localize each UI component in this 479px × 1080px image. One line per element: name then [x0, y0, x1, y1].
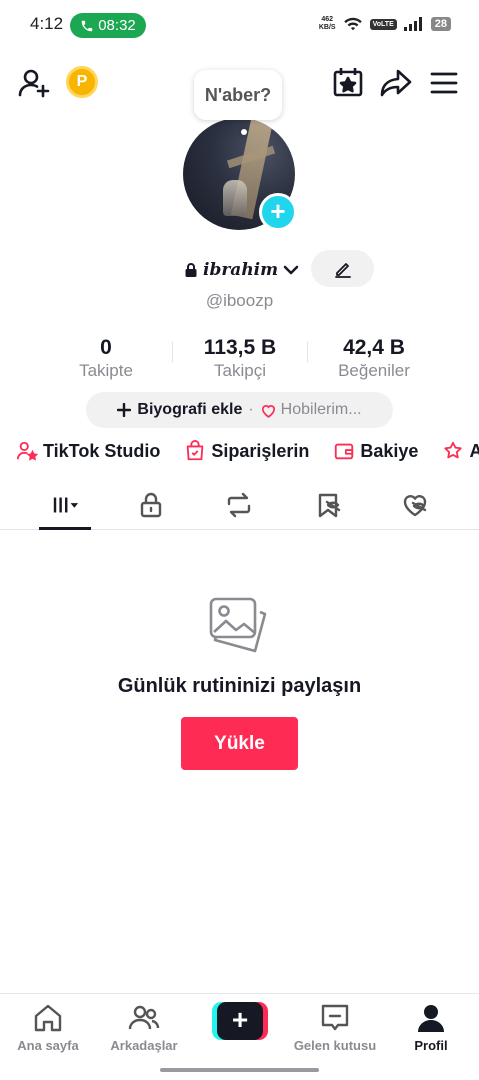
- following-stat[interactable]: 0 Takipte: [41, 336, 171, 381]
- coin-rewards-button[interactable]: P: [66, 66, 98, 98]
- likes-stat[interactable]: 42,4 B Beğeniler: [309, 336, 439, 381]
- network-speed: 462 KB/S: [319, 16, 336, 32]
- upload-button[interactable]: Yükle: [181, 717, 298, 770]
- tab-private[interactable]: [125, 488, 177, 522]
- bio-pill: Biyografi ekle · Hobilerim...: [86, 392, 393, 428]
- empty-state-title: Günlük rutininizi paylaşın: [117, 675, 362, 697]
- add-person-icon: [18, 69, 50, 98]
- creator-calendar-button[interactable]: [332, 66, 364, 98]
- video-grid-icon: [53, 497, 79, 513]
- nav-friends[interactable]: Arkadaşlar: [96, 1002, 192, 1053]
- repost-icon: [227, 492, 251, 518]
- home-icon: [34, 1004, 62, 1032]
- inbox-icon: [321, 1004, 349, 1031]
- account-switcher[interactable]: ibrahim: [183, 257, 300, 283]
- nav-profile[interactable]: Profil: [383, 1002, 479, 1053]
- tab-favorites[interactable]: [302, 488, 354, 522]
- stat-divider: [172, 342, 173, 362]
- bio-separator: ·: [248, 401, 254, 418]
- heart-hidden-icon: [403, 495, 427, 517]
- chevron-down-icon: [283, 265, 299, 275]
- shortcut-label: Siparişlerin: [211, 440, 310, 461]
- friends-icon: [128, 1005, 160, 1030]
- heart-icon: [261, 404, 275, 418]
- stat-divider: [307, 342, 308, 362]
- status-note-bubble[interactable]: N'aber?: [194, 70, 282, 120]
- plus-icon: [117, 403, 132, 417]
- add-story-button[interactable]: +: [259, 193, 297, 231]
- following-count: 0: [100, 336, 112, 359]
- pencil-icon: [334, 262, 351, 278]
- lock-icon: [140, 492, 162, 518]
- plus-icon: +: [217, 1002, 263, 1040]
- status-time: 4:12: [30, 14, 64, 33]
- shortcut-orders[interactable]: Siparişlerin: [184, 440, 309, 462]
- nav-label: Profil: [414, 1038, 448, 1053]
- shortcut-label: A: [469, 440, 479, 461]
- tab-liked[interactable]: [389, 488, 441, 522]
- hobbies-button[interactable]: Hobilerim...: [260, 401, 362, 419]
- wifi-icon: [343, 17, 362, 31]
- add-bio-label: Biyografi ekle: [137, 401, 243, 418]
- wallet-icon: [335, 443, 354, 460]
- shopping-bag-icon: [187, 440, 204, 461]
- hamburger-menu-icon: [430, 72, 458, 94]
- coin-icon: P: [76, 73, 88, 90]
- following-label: Takipte: [79, 361, 133, 380]
- bubble-tail: [241, 129, 247, 135]
- user-handle: @iboozp: [205, 291, 274, 310]
- tab-videos[interactable]: [39, 488, 91, 522]
- username: ibrahim: [203, 260, 279, 280]
- battery-indicator: 28: [430, 17, 451, 31]
- volte-badge: VoLTE: [369, 18, 397, 30]
- nav-label: Arkadaşlar: [110, 1038, 178, 1053]
- shortcut-label: TikTok Studio: [43, 440, 161, 461]
- plus-icon: +: [270, 196, 286, 226]
- followers-count: 113,5 B: [203, 336, 277, 359]
- nav-home[interactable]: Ana sayfa: [0, 1002, 96, 1053]
- nav-label: Ana sayfa: [17, 1038, 79, 1053]
- network-speed-unit: KB/S: [318, 24, 336, 31]
- gift-star-icon: [444, 441, 463, 459]
- status-bar: 4:12 08:32 462 KB/S VoLTE 28: [0, 0, 479, 50]
- bottom-navigation: Ana sayfa Arkadaşlar + Gelen kutusu Prof…: [0, 993, 479, 1080]
- person-star-icon: [16, 441, 38, 461]
- shortcut-more[interactable]: A: [442, 440, 479, 462]
- share-arrow-icon: [380, 69, 412, 97]
- shortcut-label: Bakiye: [360, 440, 419, 461]
- private-lock-icon: [185, 263, 197, 277]
- content-tabs: [0, 480, 479, 530]
- ongoing-call-chip[interactable]: 08:32: [70, 13, 146, 38]
- active-tab-indicator: [39, 527, 91, 530]
- profile-stats: 0 Takipte 113,5 B Takipçi 42,4 B Beğenil…: [0, 336, 479, 386]
- nav-inbox[interactable]: Gelen kutusu: [287, 1002, 383, 1053]
- menu-button[interactable]: [429, 68, 459, 98]
- shortcut-bar: TikTok Studio Siparişlerin Bakiye A: [16, 437, 479, 465]
- status-note-text: N'aber?: [204, 84, 272, 105]
- followers-stat[interactable]: 113,5 B Takipçi: [175, 336, 305, 381]
- followers-label: Takipçi: [214, 361, 266, 380]
- create-button[interactable]: +: [212, 1002, 268, 1040]
- likes-count: 42,4 B: [343, 336, 405, 359]
- network-speed-value: 462: [321, 16, 334, 23]
- call-duration: 08:32: [98, 17, 136, 34]
- shortcut-tiktok-studio[interactable]: TikTok Studio: [16, 440, 160, 462]
- photo-stack-icon: [209, 597, 267, 653]
- tab-reposts[interactable]: [213, 488, 265, 522]
- phone-icon: [81, 20, 93, 31]
- bookmark-hidden-icon: [318, 493, 341, 518]
- avatar-photo-detail: [223, 180, 247, 216]
- nav-label: Gelen kutusu: [293, 1038, 377, 1053]
- add-friend-button[interactable]: [18, 67, 50, 99]
- home-indicator: [160, 1068, 319, 1072]
- share-profile-button[interactable]: [380, 67, 412, 99]
- signal-icon: [403, 17, 422, 31]
- add-bio-button[interactable]: Biyografi ekle: [117, 401, 242, 419]
- profile-icon: [418, 1005, 444, 1032]
- hobbies-label: Hobilerim...: [280, 401, 362, 418]
- edit-profile-button[interactable]: [311, 250, 374, 287]
- shortcut-balance[interactable]: Bakiye: [333, 440, 418, 462]
- likes-label: Beğeniler: [338, 361, 410, 380]
- calendar-star-icon: [333, 68, 363, 97]
